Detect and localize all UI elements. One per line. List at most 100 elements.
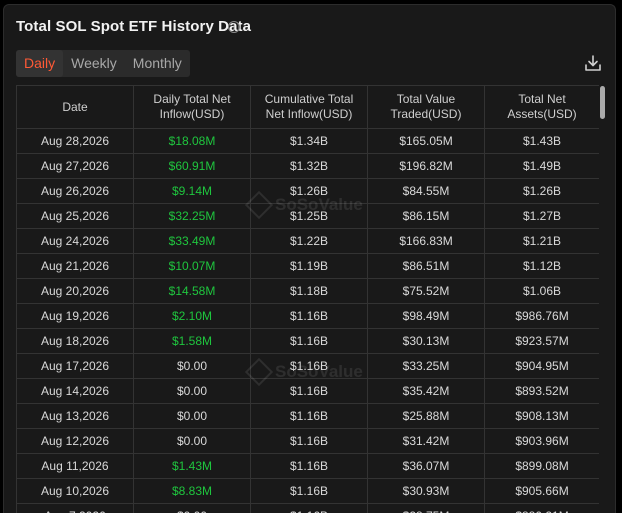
cell-cumulative-net-inflow: $1.32B <box>250 153 368 179</box>
cell-cumulative-net-inflow: $1.16B <box>250 353 368 379</box>
cell-total-value-traded: $30.13M <box>367 328 485 354</box>
cell-cumulative-net-inflow: $1.16B <box>250 303 368 329</box>
cell-total-net-assets: $1.49B <box>484 153 599 179</box>
table-row: Aug 26,2026 $9.14M $1.26B $84.55M $1.26B <box>16 178 599 204</box>
cell-cumulative-net-inflow: $1.34B <box>250 128 368 154</box>
cell-daily-net-inflow: $1.43M <box>133 453 251 479</box>
cell-date: Aug 10,2026 <box>16 478 134 504</box>
cell-date: Aug 27,2026 <box>16 153 134 179</box>
info-icon[interactable]: i <box>228 21 240 33</box>
table-row: Aug 11,2026 $1.43M $1.16B $36.07M $899.08M <box>16 453 599 479</box>
cell-total-value-traded: $84.55M <box>367 178 485 204</box>
table-row: Aug 18,2026 $1.58M $1.16B $30.13M $923.57M <box>16 328 599 354</box>
table-row: Aug 25,2026 $32.25M $1.25B $86.15M $1.27B <box>16 203 599 229</box>
column-header-date: Date <box>16 85 134 129</box>
cell-daily-net-inflow: $10.07M <box>133 253 251 279</box>
cell-cumulative-net-inflow: $1.18B <box>250 278 368 304</box>
cell-total-net-assets: $899.08M <box>484 453 599 479</box>
cell-total-net-assets: $1.43B <box>484 128 599 154</box>
cell-total-net-assets: $1.12B <box>484 253 599 279</box>
cell-total-value-traded: $165.05M <box>367 128 485 154</box>
tab-daily[interactable]: Daily <box>16 50 64 77</box>
cell-total-net-assets: $904.95M <box>484 353 599 379</box>
column-header-daily-net-inflow: Daily Total Net Inflow(USD) <box>133 85 251 129</box>
cell-date: Aug 20,2026 <box>16 278 134 304</box>
cell-cumulative-net-inflow: $1.16B <box>250 403 368 429</box>
cell-total-net-assets: $1.27B <box>484 203 599 229</box>
cell-total-net-assets: $903.96M <box>484 428 599 454</box>
table-row: Aug 14,2026 $0.00 $1.16B $35.42M $893.52M <box>16 378 599 404</box>
table-row: Aug 21,2026 $10.07M $1.19B $86.51M $1.12B <box>16 253 599 279</box>
cell-daily-net-inflow: $18.08M <box>133 128 251 154</box>
cell-total-value-traded: $196.82M <box>367 153 485 179</box>
table-row: Aug 7,2026$0.00$1.16B$28.75M$880.21M <box>16 503 599 513</box>
table-row: Aug 10,2026 $8.83M $1.16B $30.93M $905.66M <box>16 478 599 504</box>
tab-monthly[interactable]: Monthly <box>125 50 190 77</box>
cell-daily-net-inflow: $32.25M <box>133 203 251 229</box>
tab-weekly[interactable]: Weekly <box>63 50 125 77</box>
cell-total-value-traded: $36.07M <box>367 453 485 479</box>
cell-cumulative-net-inflow: $1.16B <box>250 478 368 504</box>
cell-daily-net-inflow: $14.58M <box>133 278 251 304</box>
cell-daily-net-inflow: $2.10M <box>133 303 251 329</box>
cell-total-net-assets: $986.76M <box>484 303 599 329</box>
table-row: Aug 20,2026 $14.58M $1.18B $75.52M $1.06B <box>16 278 599 304</box>
table-row: Aug 28,2026 $18.08M $1.34B $165.05M $1.43B <box>16 128 599 154</box>
cell-cumulative-net-inflow: $1.16B <box>250 453 368 479</box>
cell-date: Aug 24,2026 <box>16 228 134 254</box>
cell-date: Aug 12,2026 <box>16 428 134 454</box>
table-row: Aug 19,2026 $2.10M $1.16B $98.49M $986.76M <box>16 303 599 329</box>
cell-date: Aug 19,2026 <box>16 303 134 329</box>
cell-cumulative-net-inflow: $1.16B <box>250 378 368 404</box>
cell-daily-net-inflow: $33.49M <box>133 228 251 254</box>
column-header-cumulative-net-inflow: Cumulative Total Net Inflow(USD) <box>250 85 368 129</box>
etf-history-panel: Total SOL Spot ETF History Data i Daily … <box>3 4 616 513</box>
cell-daily-net-inflow: $0.00 <box>133 353 251 379</box>
cell-daily-net-inflow: $8.83M <box>133 478 251 504</box>
cell-daily-net-inflow: $9.14M <box>133 178 251 204</box>
cell-daily-net-inflow: $0.00 <box>133 503 251 513</box>
cell-total-net-assets: $880.21M <box>484 503 599 513</box>
cell-cumulative-net-inflow: $1.25B <box>250 203 368 229</box>
table-header-row: Date Daily Total Net Inflow(USD) Cumulat… <box>16 85 599 129</box>
cell-total-value-traded: $98.49M <box>367 303 485 329</box>
cell-total-net-assets: $923.57M <box>484 328 599 354</box>
cell-total-value-traded: $35.42M <box>367 378 485 404</box>
cell-total-net-assets: $1.06B <box>484 278 599 304</box>
cell-total-net-assets: $1.26B <box>484 178 599 204</box>
history-table-container[interactable]: Date Daily Total Net Inflow(USD) Cumulat… <box>16 85 599 513</box>
cell-date: Aug 14,2026 <box>16 378 134 404</box>
history-table: Date Daily Total Net Inflow(USD) Cumulat… <box>16 85 599 513</box>
cell-total-value-traded: $25.88M <box>367 403 485 429</box>
cell-total-value-traded: $33.25M <box>367 353 485 379</box>
column-header-total-net-assets: Total Net Assets(USD) <box>484 85 599 129</box>
cell-date: Aug 11,2026 <box>16 453 134 479</box>
cell-total-net-assets: $893.52M <box>484 378 599 404</box>
cell-daily-net-inflow: $1.58M <box>133 328 251 354</box>
table-row: Aug 13,2026 $0.00 $1.16B $25.88M $908.13M <box>16 403 599 429</box>
table-row: Aug 17,2026 $0.00 $1.16B $33.25M $904.95M <box>16 353 599 379</box>
cell-total-net-assets: $905.66M <box>484 478 599 504</box>
cell-daily-net-inflow: $0.00 <box>133 378 251 404</box>
cell-total-value-traded: $30.93M <box>367 478 485 504</box>
cell-total-value-traded: $28.75M <box>367 503 485 513</box>
cell-cumulative-net-inflow: $1.19B <box>250 253 368 279</box>
table-row: Aug 27,2026 $60.91M $1.32B $196.82M $1.49B <box>16 153 599 179</box>
cell-cumulative-net-inflow: $1.16B <box>250 328 368 354</box>
cell-date: Aug 21,2026 <box>16 253 134 279</box>
cell-cumulative-net-inflow: $1.26B <box>250 178 368 204</box>
download-icon[interactable] <box>583 53 603 73</box>
cell-total-value-traded: $166.83M <box>367 228 485 254</box>
cell-cumulative-net-inflow: $1.16B <box>250 428 368 454</box>
cell-total-value-traded: $86.51M <box>367 253 485 279</box>
table-row: Aug 12,2026 $0.00 $1.16B $31.42M $903.96M <box>16 428 599 454</box>
cell-daily-net-inflow: $60.91M <box>133 153 251 179</box>
cell-date: Aug 25,2026 <box>16 203 134 229</box>
table-scrollbar[interactable] <box>600 86 605 119</box>
cell-total-net-assets: $1.21B <box>484 228 599 254</box>
cell-date: Aug 28,2026 <box>16 128 134 154</box>
cell-cumulative-net-inflow: $1.22B <box>250 228 368 254</box>
cell-cumulative-net-inflow: $1.16B <box>250 503 368 513</box>
cell-daily-net-inflow: $0.00 <box>133 428 251 454</box>
cell-total-net-assets: $908.13M <box>484 403 599 429</box>
